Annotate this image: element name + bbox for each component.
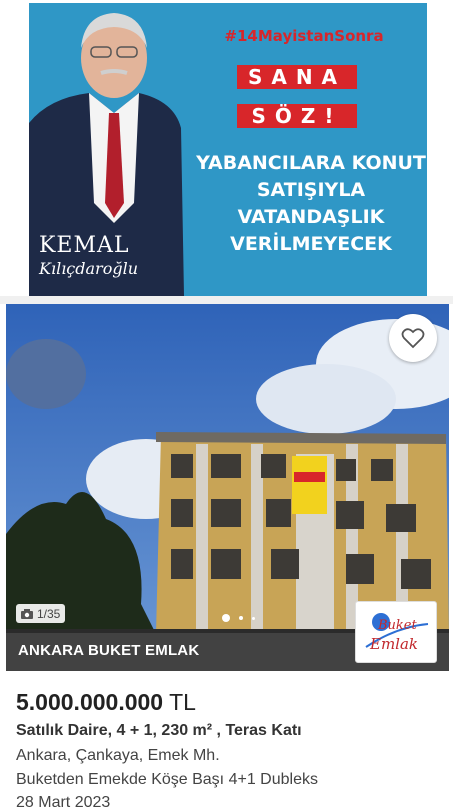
dot [252,616,255,620]
promise-line-2: SATIŞIYLA [256,179,366,201]
campaign-promise: YABANCILARA KONUT SATIŞIYLA VATANDAŞLIK … [191,150,427,258]
agency-name[interactable]: ANKARA BUKET EMLAK [18,642,199,659]
section-divider [0,296,453,304]
listing-title[interactable]: Satılık Daire, 4 + 1, 230 m² , Teras Kat… [16,722,302,740]
promise-line-3: VATANDAŞLIK [237,206,385,228]
signature-name: KEMAL [39,233,130,258]
price-currency: TL [169,689,196,715]
headline-line-2: SÖZ! [237,104,357,128]
promise-line-1: YABANCILARA KONUT [196,152,426,174]
listing-date: 28 Mart 2023 [16,794,111,811]
camera-icon [21,608,33,619]
photo-counter: 1/35 [16,604,66,623]
dot-active [222,614,230,622]
agency-logo[interactable]: Buket Emlak [355,601,437,663]
agency-logo-mark [365,613,429,648]
headline-line-1: SANA [237,65,357,89]
agency-logo-word-1: Buket [378,618,417,633]
heart-icon [401,328,425,349]
dot [239,616,243,620]
photo-pagination-dots [222,614,255,622]
listing-description: Buketden Emekde Köşe Başı 4+1 Dubleks [16,771,318,788]
price-amount: 5.000.000.000 [16,689,164,715]
agency-logo-word-2: Emlak [370,635,419,653]
promise-line-4: VERİLMEYECEK [230,233,392,255]
campaign-banner[interactable]: KEMAL Kılıçdaroğlu #14MayistanSonra SANA… [29,3,427,296]
photo-counter-text: 1/35 [37,606,61,621]
signature-surname: Kılıçdaroğlu [39,259,138,278]
listing-price: 5.000.000.000 TL [16,689,196,716]
campaign-hashtag: #14MayistanSonra [224,27,384,45]
favorite-button[interactable] [389,314,437,362]
listing-location: Ankara, Çankaya, Emek Mh. [16,747,220,764]
